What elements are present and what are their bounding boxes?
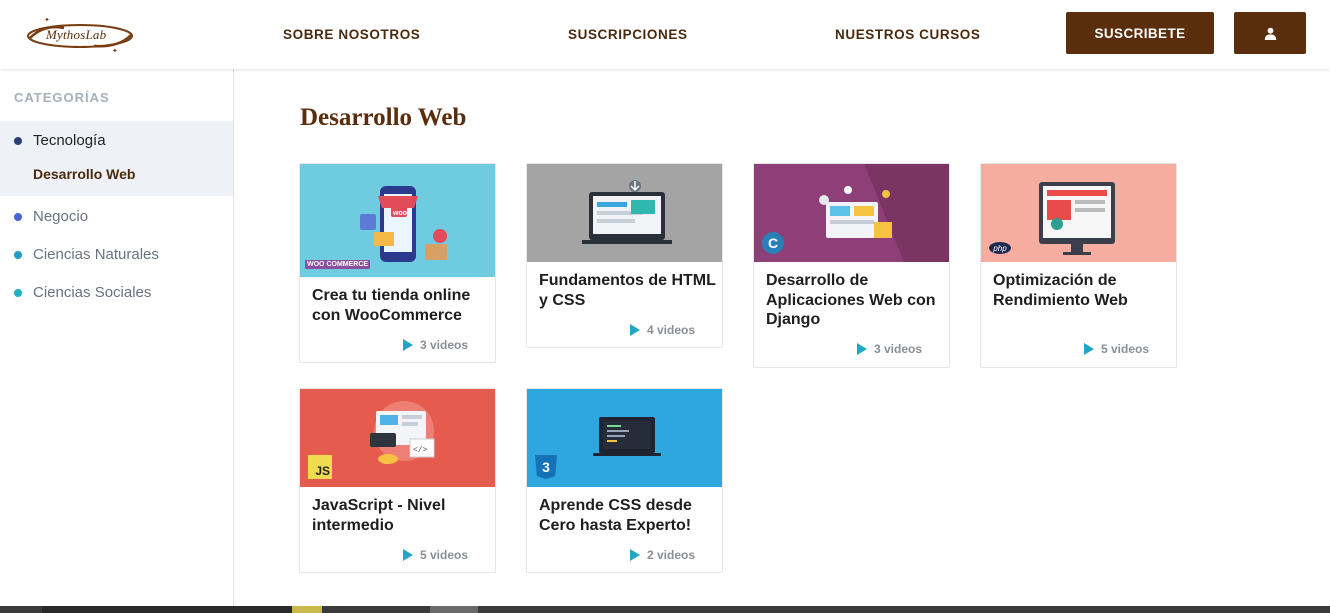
course-thumbnail: php: [981, 164, 1176, 262]
js-badge: JS: [308, 455, 332, 479]
category-tecnologia[interactable]: Tecnología: [14, 132, 106, 149]
course-video-count: 2 videos: [629, 548, 695, 562]
course-video-count: 5 videos: [1083, 342, 1149, 356]
play-icon: [629, 549, 640, 561]
category-label: Tecnología: [33, 132, 106, 149]
video-count-label: 2 videos: [646, 548, 695, 562]
video-count-label: 5 videos: [1100, 342, 1149, 356]
user-account-button[interactable]: [1234, 12, 1306, 54]
laptop-code-illustration-icon: [593, 417, 661, 456]
course-card-woocommerce[interactable]: woo WOO COMMERCE Crea tu tienda online c…: [299, 163, 496, 363]
nav-sobre-nosotros[interactable]: SOBRE NOSOTROS: [283, 27, 420, 42]
code-monitor-illustration-icon: [582, 180, 672, 244]
video-count-label: 4 videos: [646, 323, 695, 337]
sidebar-title: CATEGORÍAS: [14, 90, 110, 105]
svg-text:✦: ✦: [112, 47, 118, 54]
logo-text: MythosLab: [46, 27, 107, 42]
subcategory-desarrollo-web[interactable]: Desarrollo Web: [33, 166, 135, 182]
video-count-label: 5 videos: [419, 548, 468, 562]
course-video-count: 3 videos: [856, 342, 922, 356]
woocommerce-badge: WOO COMMERCE: [305, 260, 371, 269]
video-count-label: 3 videos: [873, 342, 922, 356]
course-thumbnail: woo WOO COMMERCE: [300, 164, 495, 277]
nav-nuestros-cursos[interactable]: NUESTROS CURSOS: [835, 27, 981, 42]
taskbar-segment: [292, 606, 322, 613]
course-title: Desarrollo de Aplicaciones Web con Djang…: [766, 272, 936, 328]
web-apps-illustration-icon: [819, 164, 949, 262]
category-dot-icon: [14, 288, 22, 297]
course-video-count: 4 videos: [629, 323, 695, 337]
play-icon: [1083, 343, 1094, 355]
category-label: Negocio: [33, 208, 89, 225]
css3-badge: 3: [535, 455, 557, 479]
svg-text:✦: ✦: [44, 18, 50, 24]
course-video-count: 3 videos: [402, 338, 468, 352]
category-negocio[interactable]: Negocio: [14, 208, 88, 225]
course-thumbnail: 3: [527, 389, 722, 487]
course-title: Aprende CSS desde Cero hasta Experto!: [539, 497, 692, 534]
play-icon: [629, 324, 640, 336]
bottom-taskbar-strip: [0, 606, 1330, 613]
user-icon: [1264, 27, 1276, 40]
course-thumbnail: [527, 164, 722, 262]
course-card-html-css[interactable]: Fundamentos de HTML y CSS 4 videos: [526, 163, 723, 348]
category-sidebar: CATEGORÍAS Tecnología Desarrollo Web Neg…: [0, 69, 234, 606]
c-language-badge: C: [762, 232, 784, 254]
mythoslab-logo[interactable]: ✦ ✦ MythosLab: [24, 16, 136, 55]
course-card-css[interactable]: 3 Aprende CSS desde Cero hasta Experto! …: [526, 388, 723, 573]
page-title: Desarrollo Web: [300, 104, 467, 131]
category-ciencias-sociales[interactable]: Ciencias Sociales: [14, 284, 151, 301]
category-label: Ciencias Naturales: [33, 246, 159, 263]
play-icon: [402, 339, 413, 351]
course-thumbnail: C: [754, 164, 949, 262]
course-title: Crea tu tienda online con WooCommerce: [312, 287, 471, 324]
top-header: ✦ ✦ MythosLab SOBRE NOSOTROS SUSCRIPCION…: [0, 0, 1330, 69]
category-dot-icon: [14, 136, 22, 145]
play-icon: [402, 549, 413, 561]
category-dot-icon: [14, 212, 22, 221]
svg-text:</>: </>: [413, 446, 428, 455]
course-card-rendimiento-web[interactable]: php Optimización de Rendimiento Web 5 vi…: [980, 163, 1177, 368]
course-title: Fundamentos de HTML y CSS: [539, 272, 716, 309]
category-dot-icon: [14, 250, 22, 259]
svg-text:woo: woo: [392, 210, 407, 217]
category-label: Ciencias Sociales: [33, 284, 152, 301]
taskbar-segment: [42, 606, 292, 613]
taskbar-segment: [430, 606, 478, 613]
php-badge: php: [989, 242, 1011, 254]
course-title: JavaScript - Nivel intermedio: [312, 497, 446, 534]
play-icon: [856, 343, 867, 355]
course-card-django[interactable]: C Desarrollo de Aplicaciones Web con Dja…: [753, 163, 950, 368]
nav-suscripciones[interactable]: SUSCRIPCIONES: [568, 27, 688, 42]
course-card-javascript[interactable]: </> JS JavaScript - Nivel intermedio 5 v…: [299, 388, 496, 573]
video-count-label: 3 videos: [419, 338, 468, 352]
course-thumbnail: </> JS: [300, 389, 495, 487]
course-video-count: 5 videos: [402, 548, 468, 562]
subscribe-button[interactable]: SUSCRIBETE: [1066, 12, 1214, 54]
course-title: Optimización de Rendimiento Web: [993, 272, 1128, 309]
category-ciencias-naturales[interactable]: Ciencias Naturales: [14, 246, 159, 263]
